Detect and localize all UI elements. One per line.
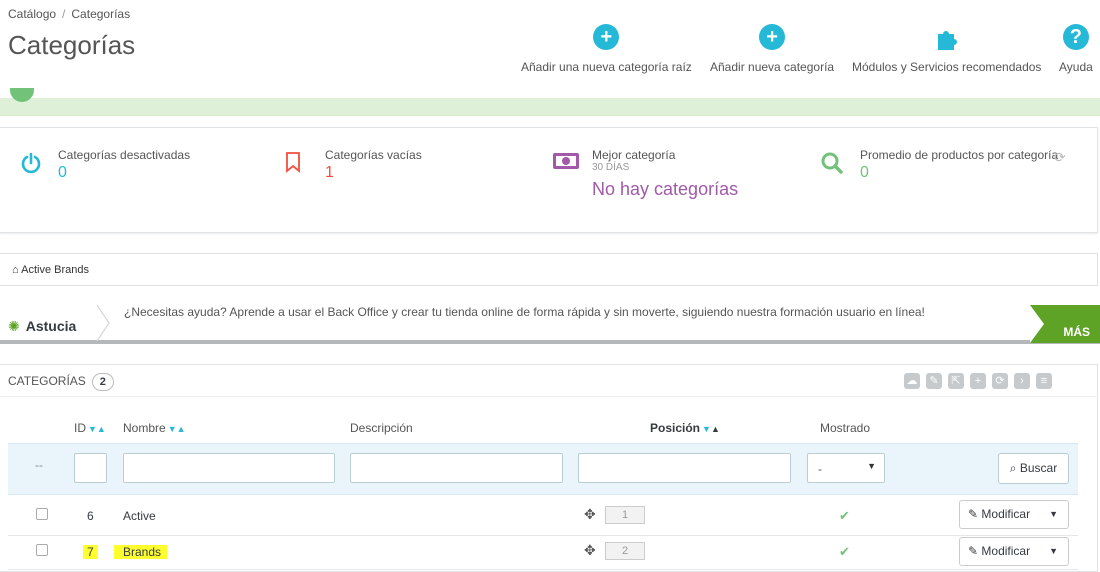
drag-move-icon[interactable]: ✥ <box>584 506 596 523</box>
filter-id-input[interactable] <box>74 453 107 483</box>
check-icon[interactable]: ✔ <box>839 508 850 524</box>
edit-icon[interactable]: ✎ <box>926 373 942 389</box>
sql-query-icon[interactable]: › <box>1014 373 1030 389</box>
cloud-upload-icon[interactable]: ☁ <box>904 373 920 389</box>
kpi-best-label: Mejor categoría <box>592 148 676 162</box>
success-alert-strip <box>0 98 1100 116</box>
category-tree-path[interactable]: ⌂ Active Brands <box>12 264 89 276</box>
pencil-icon: ✎ <box>968 544 979 558</box>
lightbulb-icon: ✺ <box>8 318 20 334</box>
filter-description-input[interactable] <box>350 453 563 483</box>
drag-move-icon[interactable]: ✥ <box>584 542 596 559</box>
kpi-disabled-label: Categorías desactivadas <box>58 148 191 162</box>
kpi-best-period: 30 DÍAS <box>592 162 630 173</box>
breadcrumb: Catálogo / Categorías <box>8 7 131 21</box>
kpi-disabled-categories[interactable]: Categorías desactivadas 0 <box>20 148 190 182</box>
filter-shown-value: - <box>818 462 822 476</box>
tip-bar-border <box>0 340 1100 344</box>
home-icon: ⌂ <box>12 264 19 276</box>
edit-button-label: Modificar <box>981 544 1031 558</box>
tip-text: ¿Necesitas ayuda? Aprende a usar el Back… <box>124 305 925 319</box>
row-checkbox[interactable] <box>36 544 48 556</box>
edit-button[interactable]: ✎ Modificar ▼ <box>959 537 1069 566</box>
bookmark-icon <box>286 152 300 173</box>
check-icon[interactable]: ✔ <box>839 544 850 560</box>
add-category-button[interactable]: + Añadir nueva categoría <box>710 24 834 74</box>
sort-icon[interactable]: ▼▲ <box>168 424 186 434</box>
tip-label: ✺ Astucia <box>8 318 77 334</box>
tip-separator-arrow <box>96 305 110 341</box>
row-position: 2 <box>605 542 645 560</box>
pencil-icon: ✎ <box>968 507 979 521</box>
divider <box>0 396 1098 397</box>
kpi-best-category[interactable]: Mejor categoría 30 DÍAS No hay categoría… <box>552 148 738 200</box>
search-button[interactable]: ⌕ Buscar <box>998 453 1069 484</box>
sort-icon[interactable]: ▼▲ <box>88 424 106 434</box>
more-button-notch <box>1030 305 1044 343</box>
category-tree-panel <box>0 253 1098 286</box>
row-position: 1 <box>605 506 645 524</box>
power-icon <box>21 152 41 174</box>
column-header-position[interactable]: Posición ▼▲ <box>650 421 720 435</box>
table-toolbar: ☁ ✎ ⇱ + ⟳ › ≡ <box>898 373 1052 389</box>
sort-icon[interactable]: ▼▲ <box>702 424 720 434</box>
recommended-modules-button[interactable]: Módulos y Servicios recomendados <box>852 24 1041 74</box>
add-root-category-label: Añadir una nueva categoría raíz <box>521 60 692 74</box>
column-header-name[interactable]: Nombre ▼▲ <box>123 421 186 435</box>
kpi-average-label: Promedio de productos por categoría <box>860 148 1059 162</box>
add-category-label: Añadir nueva categoría <box>710 60 835 74</box>
row-divider <box>8 569 1078 570</box>
kpi-disabled-value: 0 <box>58 164 67 181</box>
table-title: Categorías 2 <box>8 373 114 391</box>
refresh-icon[interactable]: ⟳ <box>1054 150 1068 164</box>
breadcrumb-item-catalog[interactable]: Catálogo <box>8 7 56 21</box>
category-tree-label: Active Brands <box>21 264 89 276</box>
add-icon[interactable]: + <box>970 373 986 389</box>
row-name[interactable]: Active <box>123 509 156 523</box>
help-button[interactable]: ? Ayuda <box>1059 24 1093 74</box>
filter-shown-select[interactable]: - ▼ <box>807 453 885 483</box>
help-label: Ayuda <box>1059 60 1093 74</box>
kpi-empty-label: Categorías vacías <box>325 148 422 162</box>
export-icon[interactable]: ⇱ <box>948 373 964 389</box>
puzzle-icon <box>934 24 960 50</box>
category-count-badge: 2 <box>91 373 114 391</box>
search-icon: ⌕ <box>1009 461 1017 475</box>
database-icon[interactable]: ≡ <box>1036 373 1052 389</box>
column-header-shown: Mostrado <box>820 421 871 435</box>
edit-button-label: Modificar <box>981 507 1031 521</box>
row-id: 6 <box>87 509 94 523</box>
chevron-down-icon[interactable]: ▼ <box>1049 501 1058 528</box>
more-button-label: MÁS <box>1063 325 1090 339</box>
filter-position-input[interactable] <box>578 453 791 483</box>
kpi-empty-categories[interactable]: Categorías vacías 1 <box>285 148 422 182</box>
search-button-label: Buscar <box>1019 461 1058 475</box>
kpi-average-value: 0 <box>860 164 869 181</box>
plus-circle-icon: + <box>593 24 620 50</box>
breadcrumb-item-categories[interactable]: Categorías <box>71 7 130 21</box>
filter-bulk-placeholder: -- <box>35 458 43 472</box>
row-divider <box>8 535 1078 536</box>
money-icon <box>553 153 579 169</box>
recommended-modules-label: Módulos y Servicios recomendados <box>852 60 1042 74</box>
refresh-list-icon[interactable]: ⟳ <box>992 373 1008 389</box>
edit-button[interactable]: ✎ Modificar ▼ <box>959 500 1069 529</box>
question-circle-icon: ? <box>1062 24 1089 50</box>
filter-name-input[interactable] <box>123 453 335 483</box>
column-header-description: Descripción <box>350 421 413 435</box>
column-header-id[interactable]: ID ▼▲ <box>74 421 106 435</box>
chevron-down-icon: ▼ <box>867 461 876 471</box>
page-title: Categorías <box>8 30 136 60</box>
kpi-average-products[interactable]: Promedio de productos por categoría 0 <box>820 148 1058 182</box>
kpi-best-value: No hay categorías <box>592 179 739 199</box>
row-name[interactable]: Brands <box>114 545 168 559</box>
row-id: 7 <box>83 545 98 559</box>
search-icon <box>821 152 843 174</box>
more-button[interactable]: MÁS <box>1030 305 1100 343</box>
add-root-category-button[interactable]: + Añadir una nueva categoría raíz <box>521 24 692 74</box>
kpi-empty-value: 1 <box>325 164 334 181</box>
row-checkbox[interactable] <box>36 508 48 520</box>
plus-circle-icon: + <box>759 24 786 50</box>
chevron-down-icon[interactable]: ▼ <box>1049 538 1058 565</box>
